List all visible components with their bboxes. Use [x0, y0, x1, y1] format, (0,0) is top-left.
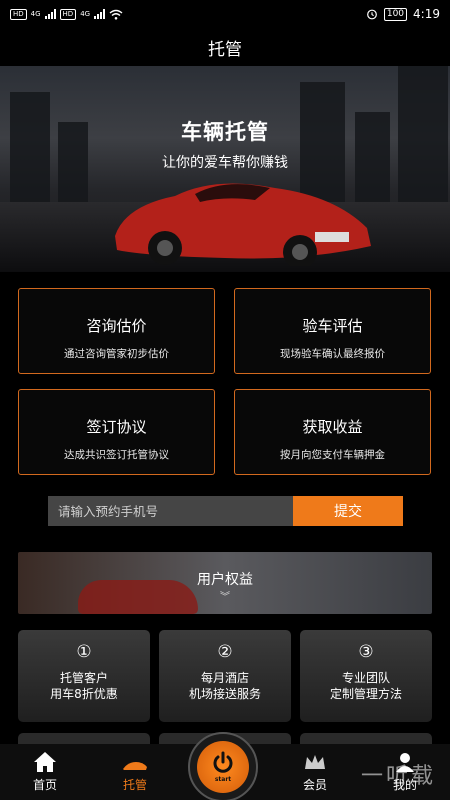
- status-left: HD 4G HD 4G: [10, 8, 123, 20]
- nav-label: 托管: [122, 778, 147, 792]
- nav-label: 会员: [302, 778, 327, 792]
- service-title: 获取收益: [302, 418, 363, 436]
- benefit-number: ③: [358, 642, 374, 662]
- service-title: 咨询估价: [86, 317, 147, 335]
- benefit-card[interactable]: ② 每月酒店 机场接送服务: [159, 630, 291, 722]
- signal-icon-2: [94, 9, 106, 19]
- crown-icon: [305, 755, 325, 769]
- submit-button[interactable]: 提交: [293, 496, 403, 526]
- signal-icon: [44, 9, 56, 19]
- status-bar: HD 4G HD 4G 100 4:19: [0, 0, 450, 28]
- red-car-image: [115, 183, 371, 266]
- hd-icon-2: HD: [59, 8, 77, 20]
- benefits-title: 用户权益: [197, 572, 253, 588]
- benefits-banner[interactable]: 用户权益 ︾: [18, 552, 432, 614]
- network-type-2: 4G: [80, 10, 91, 18]
- service-title: 验车评估: [302, 317, 363, 335]
- battery-icon: 100: [383, 7, 408, 21]
- phone-input[interactable]: [48, 496, 293, 526]
- benefit-card[interactable]: ① 托管客户 用车8折优惠: [18, 630, 150, 722]
- page-header: 托管: [0, 28, 450, 66]
- status-right: 100 4:19: [366, 7, 440, 21]
- service-title: 签订协议: [86, 418, 147, 436]
- service-card-inspect[interactable]: 验车评估 现场验车确认最终报价: [234, 288, 431, 374]
- car-icon: [123, 762, 147, 770]
- clock: 4:19: [413, 7, 440, 21]
- nav-label: 首页: [32, 778, 57, 792]
- hero-banner: 车辆托管 让你的爱车帮你赚钱: [0, 66, 450, 272]
- benefit-text: 托管客户 用车8折优惠: [50, 671, 118, 701]
- benefit-number: ①: [76, 642, 92, 662]
- benefit-card[interactable]: ③ 专业团队 定制管理方法: [300, 630, 432, 722]
- nav-home[interactable]: 首页: [0, 744, 90, 800]
- start-button[interactable]: start: [188, 732, 258, 800]
- nav-trust[interactable]: 托管: [90, 744, 180, 800]
- service-desc: 通过咨询管家初步估价: [64, 348, 169, 360]
- hero-subtitle: 让你的爱车帮你赚钱: [162, 155, 288, 171]
- network-type: 4G: [30, 10, 41, 18]
- service-card-sign[interactable]: 签订协议 达成共识签订托管协议: [18, 389, 215, 475]
- benefit-text: 专业团队 定制管理方法: [329, 671, 402, 701]
- home-icon: [34, 752, 56, 772]
- hd-icon: HD: [10, 8, 27, 20]
- page-title: 托管: [208, 39, 242, 60]
- service-desc: 现场验车确认最终报价: [280, 348, 385, 360]
- service-desc: 达成共识签订托管协议: [64, 449, 169, 461]
- chevron-down-icon: ︾: [220, 592, 230, 603]
- wifi-icon: [109, 9, 123, 20]
- service-desc: 按月向您支付车辆押金: [280, 449, 385, 461]
- nav-member[interactable]: 会员: [270, 744, 360, 800]
- start-label: start: [214, 776, 232, 783]
- start-inner: start: [197, 741, 249, 793]
- hero-title: 车辆托管: [181, 120, 269, 144]
- service-card-earn[interactable]: 获取收益 按月向您支付车辆押金: [234, 389, 431, 475]
- benefit-text: 每月酒店 机场接送服务: [188, 671, 261, 701]
- benefit-number: ②: [217, 642, 233, 662]
- service-card-consult[interactable]: 咨询估价 通过咨询管家初步估价: [18, 288, 215, 374]
- alarm-icon: [366, 9, 377, 20]
- power-icon: [213, 751, 233, 773]
- watermark: 一听载: [360, 764, 436, 789]
